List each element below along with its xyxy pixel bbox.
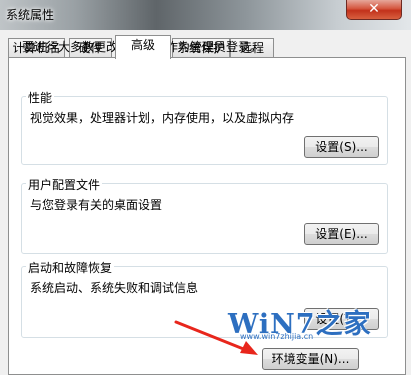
red-arrow-icon bbox=[174, 320, 258, 355]
tab-advanced[interactable]: 高级 bbox=[115, 35, 171, 59]
tab-label: 高级 bbox=[130, 38, 155, 52]
